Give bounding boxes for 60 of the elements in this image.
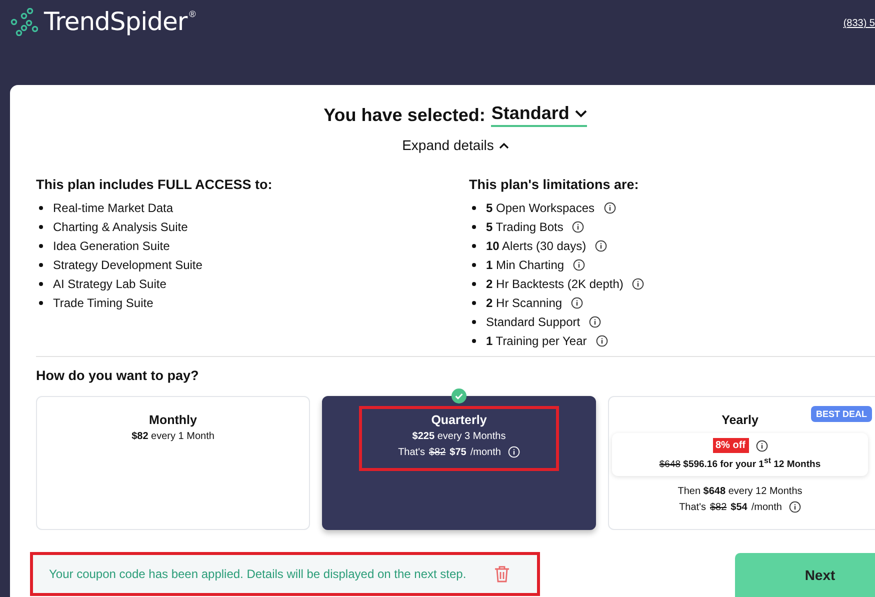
section-title: How do you want to pay? xyxy=(36,368,200,383)
price-unit: /month xyxy=(751,502,782,513)
brand-name: TrendSpider xyxy=(44,7,188,36)
monthly-price: $75 xyxy=(450,446,466,458)
coupon-message: Your coupon code has been applied. Details will be displayed on the next step. xyxy=(49,567,466,581)
old-price: $82 xyxy=(428,446,446,458)
info-icon[interactable] xyxy=(596,334,608,346)
limitation-item: 5 Open Workspaces xyxy=(486,200,595,214)
price-prefix: That's xyxy=(679,502,706,513)
info-icon[interactable] xyxy=(595,240,608,252)
phone-link[interactable]: (833) 5 xyxy=(843,18,875,29)
limitation-item: 2 Hr Scanning xyxy=(486,296,562,310)
monthly-price: $54 xyxy=(730,502,748,513)
section-title: This plan's limitations are: xyxy=(469,177,640,192)
limitation-item: 2 Hr Backtests (2K depth) xyxy=(486,276,624,290)
best-deal-badge: BEST DEAL xyxy=(810,406,872,422)
billing-option[interactable]: Monthly $82 every 1 Month xyxy=(36,396,310,530)
discount-badge: 8% off xyxy=(712,438,748,453)
expand-details-toggle[interactable]: Expand details xyxy=(402,137,509,153)
limitation-item: 5 Trading Bots xyxy=(486,220,564,234)
info-icon[interactable] xyxy=(572,220,584,232)
info-icon[interactable] xyxy=(604,202,616,214)
limitation-item: 1 Training per Year xyxy=(486,334,587,348)
price-prefix: That's xyxy=(398,446,425,458)
info-icon[interactable] xyxy=(571,296,584,308)
limitation-item: 10 Alerts (30 days) xyxy=(486,238,586,252)
registered-mark: ® xyxy=(189,9,196,19)
option-name: Monthly xyxy=(149,413,197,427)
feature-item: Charting & Analysis Suite xyxy=(53,220,188,234)
caret-icon xyxy=(575,110,588,118)
trash-icon[interactable] xyxy=(494,565,510,583)
feature-item: Real-time Market Data xyxy=(53,200,174,214)
old-price: $82 xyxy=(710,502,727,513)
feature-item: Trade Timing Suite xyxy=(53,296,154,310)
old-price: $648 xyxy=(659,459,681,470)
info-icon[interactable] xyxy=(788,501,801,514)
section-title: This plan includes FULL ACCESS to: xyxy=(36,177,274,192)
info-icon[interactable] xyxy=(573,258,586,270)
check-icon xyxy=(451,388,467,404)
price-text: $82 every 1 Month xyxy=(132,431,214,442)
price-text: $225 every 3 Months xyxy=(412,431,506,442)
billing-option[interactable]: Quarterly $225 every 3 Months That's $82 $75 /month xyxy=(322,396,596,530)
limitation-item: 1 Min Charting xyxy=(486,258,564,272)
selection-label: You have selected: xyxy=(324,104,486,126)
feature-item: Strategy Development Suite xyxy=(53,258,202,272)
offer-text: $596.16 for your 1$^{st}$ 12 Months xyxy=(683,459,821,470)
plan-dropdown[interactable]: Standard xyxy=(491,103,588,127)
caret-icon xyxy=(498,142,509,148)
info-icon[interactable] xyxy=(632,278,644,290)
option-name: Yearly xyxy=(722,413,758,427)
price-text: Then $648 every 12 Months xyxy=(678,486,802,498)
info-icon[interactable] xyxy=(589,316,602,328)
option-name: Quarterly xyxy=(431,413,487,427)
feature-item: AI Strategy Lab Suite xyxy=(53,276,166,290)
feature-item: Idea Generation Suite xyxy=(53,238,170,252)
next-button[interactable]: Next xyxy=(735,553,875,597)
price-unit: /month xyxy=(470,446,501,458)
limitation-item: Standard Support xyxy=(486,314,580,328)
info-icon[interactable] xyxy=(756,440,768,452)
logo-icon xyxy=(10,8,38,36)
